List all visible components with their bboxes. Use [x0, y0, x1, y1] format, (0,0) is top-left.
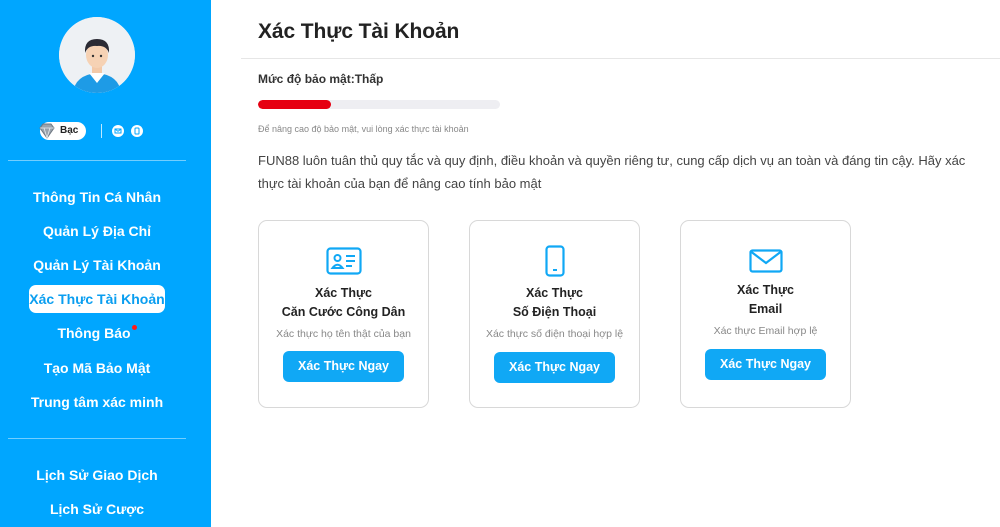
sidebar-item-account[interactable]: Quản Lý Tài Khoản	[0, 253, 194, 277]
sidebar-item-verification[interactable]: Xác Thực Tài Khoản	[29, 285, 165, 313]
sidebar-divider	[8, 438, 186, 439]
avatar[interactable]	[59, 17, 135, 93]
tier-badge[interactable]: Bạc	[38, 122, 86, 140]
sidebar-divider	[8, 160, 186, 161]
card-subtitle: Xác thực họ tên thật của bạn	[276, 328, 411, 340]
tier-row: Bạc	[0, 122, 211, 140]
id-card-icon	[259, 247, 428, 275]
verify-email-button[interactable]: Xác Thực Ngay	[705, 349, 826, 380]
security-progress-fill	[258, 100, 331, 109]
tier-label: Bạc	[60, 125, 79, 136]
smartphone-icon	[470, 245, 639, 277]
sidebar-item-transaction-history[interactable]: Lịch Sử Giao Dịch	[0, 463, 194, 487]
diamond-icon	[38, 123, 56, 139]
description-text: FUN88 luôn tuân thủ quy tắc và quy định,…	[258, 153, 966, 191]
card-title: Xác Thực	[315, 286, 372, 300]
card-title: Số Điện Thoại	[512, 305, 597, 319]
sidebar: Bạc Thông Tin Cá Nhân Quản Lý Địa Chỉ Qu…	[0, 0, 211, 527]
verify-id-card: Xác Thực Căn Cước Công Dân Xác thực họ t…	[258, 220, 429, 408]
card-subtitle: Xác thực số điện thoại hợp lệ	[485, 328, 624, 340]
card-title: Căn Cước Công Dân	[281, 305, 406, 319]
security-hint: Để nâng cao độ bảo mật, vui lòng xác thự…	[258, 124, 469, 134]
title-divider	[241, 58, 1000, 59]
card-title: Xác Thực	[526, 286, 583, 300]
sidebar-item-verification-center[interactable]: Trung tâm xác minh	[0, 390, 194, 414]
sidebar-item-security-code[interactable]: Tạo Mã Bảo Mật	[0, 356, 194, 380]
sidebar-item-bet-history[interactable]: Lịch Sử Cược	[0, 497, 194, 521]
sidebar-item-label: Thông Báo	[57, 325, 131, 341]
security-level-label: Mức độ bảo mật:Thấp	[258, 72, 384, 86]
card-title: Email	[748, 302, 783, 316]
phone-icon[interactable]	[131, 125, 143, 137]
card-title: Xác Thực	[737, 283, 794, 297]
sidebar-item-notifications[interactable]: Thông Báo	[0, 321, 194, 345]
mail-icon[interactable]	[112, 125, 124, 137]
sidebar-item-address[interactable]: Quản Lý Địa Chỉ	[0, 219, 194, 243]
verify-id-button[interactable]: Xác Thực Ngay	[283, 351, 404, 382]
envelope-icon	[681, 249, 850, 273]
page-title: Xác Thực Tài Khoản	[258, 20, 460, 43]
divider	[101, 124, 102, 138]
card-subtitle: Xác thực Email hợp lệ	[713, 325, 818, 337]
notification-dot	[131, 325, 137, 330]
verify-phone-card: Xác Thực Số Điện Thoại Xác thực số điện …	[469, 220, 640, 408]
verify-email-card: Xác Thực Email Xác thực Email hợp lệ Xác…	[680, 220, 851, 408]
sidebar-item-personal-info[interactable]: Thông Tin Cá Nhân	[0, 185, 194, 209]
verify-phone-button[interactable]: Xác Thực Ngay	[494, 352, 615, 383]
security-progress-bar	[258, 100, 500, 109]
